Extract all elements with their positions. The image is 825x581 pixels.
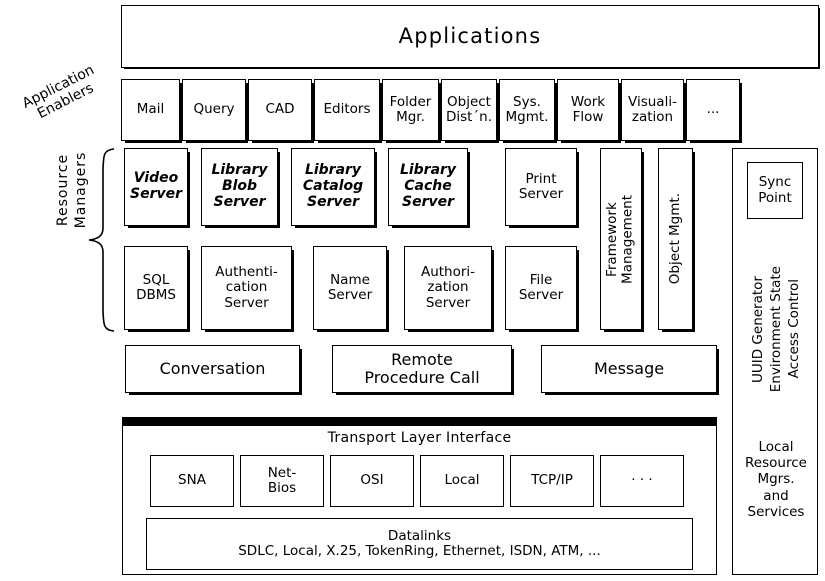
protocol-box-3-label: Local bbox=[444, 472, 480, 489]
resource-manager-tall-1-label: Object Mgmt. bbox=[666, 193, 683, 285]
protocol-box-3: Local bbox=[420, 455, 504, 507]
enabler-box-6: Sys. Mgmt. bbox=[499, 79, 555, 141]
communication-box-1: Remote Procedure Call bbox=[332, 345, 512, 393]
resource-manager-box-r1-2-label: Library Catalog Server bbox=[302, 162, 364, 210]
resource-managers-brace bbox=[88, 148, 115, 332]
resource-manager-tall-0-label: Framework Management bbox=[604, 194, 636, 284]
platform-service-0: UUID Generator bbox=[750, 275, 766, 383]
resource-manager-box-r2-0-label: SQL DBMS bbox=[136, 271, 176, 303]
platform-services-stack: UUID Generator Environment State Access Co… bbox=[733, 241, 819, 417]
resource-manager-box-r1-3: Library Cache Server bbox=[388, 148, 468, 226]
architecture-diagram: Applications Application Enablers Resour… bbox=[0, 0, 825, 581]
protocol-box-4: TCP/IP bbox=[510, 455, 594, 507]
resource-manager-box-r1-0-label: Video Server bbox=[129, 170, 182, 202]
enabler-box-1: Query bbox=[182, 79, 246, 141]
resource-manager-box-r1-2: Library Catalog Server bbox=[291, 148, 375, 226]
transport-layer-interface-label: Transport Layer Interface bbox=[327, 430, 512, 446]
resource-manager-box-r1-0: Video Server bbox=[124, 148, 188, 226]
enabler-box-3-label: Editors bbox=[323, 101, 371, 118]
enabler-box-1-label: Query bbox=[193, 101, 235, 118]
resource-manager-tall-1: Object Mgmt. bbox=[658, 148, 693, 330]
resource-manager-box-r1-3-label: Library Cache Server bbox=[399, 162, 457, 210]
datalinks-box: Datalinks SDLC, Local, X.25, TokenRing, … bbox=[146, 518, 693, 570]
resource-manager-box-r2-0: SQL DBMS bbox=[124, 246, 188, 330]
resource-manager-tall-0: Framework Management bbox=[600, 148, 642, 330]
enabler-box-3: Editors bbox=[314, 79, 380, 141]
resource-manager-box-r1-4-label: Print Server bbox=[518, 170, 564, 202]
communication-box-1-label: Remote Procedure Call bbox=[364, 350, 480, 387]
protocol-box-0-label: SNA bbox=[178, 472, 206, 489]
enabler-box-6-label: Sys. Mgmt. bbox=[505, 93, 549, 125]
protocol-box-2-label: OSI bbox=[360, 472, 384, 489]
transport-block: Transport Layer Interface SNA Net- Bios OS… bbox=[122, 417, 717, 575]
communication-box-0-label: Conversation bbox=[159, 359, 266, 379]
enabler-box-5-label: Object Dist´n. bbox=[445, 93, 493, 125]
resource-manager-box-r1-1-label: Library Blob Server bbox=[211, 162, 268, 210]
protocol-box-5: · · · bbox=[600, 455, 684, 507]
enabler-box-7: Work Flow bbox=[557, 79, 619, 141]
communication-box-2-label: Message bbox=[593, 359, 665, 379]
resource-manager-box-r2-3-label: Authori- zation Server bbox=[420, 264, 476, 311]
enabler-box-4-label: Folder Mgr. bbox=[389, 93, 432, 125]
enabler-box-2-label: CAD bbox=[265, 101, 295, 118]
enabler-box-8-label: Visuali- zation bbox=[628, 93, 677, 125]
protocol-box-1: Net- Bios bbox=[240, 455, 324, 507]
sync-point-box: Sync Point bbox=[747, 162, 803, 219]
local-resource-managers-column: Sync Point UUID Generator Environment Sta… bbox=[732, 148, 818, 575]
sync-point-label: Sync Point bbox=[758, 174, 792, 206]
resource-manager-box-r2-1: Authenti- cation Server bbox=[201, 246, 292, 330]
enabler-box-4: Folder Mgr. bbox=[382, 79, 439, 141]
resource-manager-box-r2-2: Name Server bbox=[313, 246, 387, 330]
platform-service-1: Environment State bbox=[768, 265, 784, 393]
protocol-box-4-label: TCP/IP bbox=[531, 472, 573, 489]
enabler-box-5: Object Dist´n. bbox=[441, 79, 497, 141]
resource-manager-box-r1-4: Print Server bbox=[505, 148, 577, 226]
resource-manager-box-r2-1-label: Authenti- cation Server bbox=[215, 264, 278, 311]
enabler-box-0: Mail bbox=[121, 79, 180, 141]
platform-service-2: Access Control bbox=[786, 279, 802, 379]
local-resource-mgrs-label: Local Resource Mgrs. and Services bbox=[745, 439, 807, 520]
resource-manager-box-r1-1: Library Blob Server bbox=[201, 148, 278, 226]
enabler-box-7-label: Work Flow bbox=[570, 93, 606, 125]
resource-manager-box-r2-4-label: File Server bbox=[518, 271, 564, 303]
enabler-box-9: ... bbox=[686, 79, 740, 141]
applications-banner: Applications bbox=[121, 5, 819, 68]
resource-manager-box-r2-4: File Server bbox=[505, 246, 577, 330]
enabler-box-0-label: Mail bbox=[136, 101, 165, 118]
protocol-box-2: OSI bbox=[330, 455, 414, 507]
resource-manager-box-r2-3: Authori- zation Server bbox=[404, 246, 492, 330]
enabler-box-9-label: ... bbox=[706, 101, 720, 118]
communication-box-2: Message bbox=[541, 345, 717, 393]
protocol-box-5-label: · · · bbox=[631, 472, 653, 489]
communication-box-0: Conversation bbox=[125, 345, 300, 393]
protocol-box-1-label: Net- Bios bbox=[267, 464, 297, 496]
resource-manager-box-r2-2-label: Name Server bbox=[327, 271, 373, 303]
protocol-box-0: SNA bbox=[150, 455, 234, 507]
enabler-box-8: Visuali- zation bbox=[621, 79, 684, 141]
applications-label: Applications bbox=[398, 23, 542, 48]
datalinks-text: Datalinks SDLC, Local, X.25, TokenRing, … bbox=[238, 527, 601, 559]
enabler-box-2: CAD bbox=[248, 79, 312, 141]
